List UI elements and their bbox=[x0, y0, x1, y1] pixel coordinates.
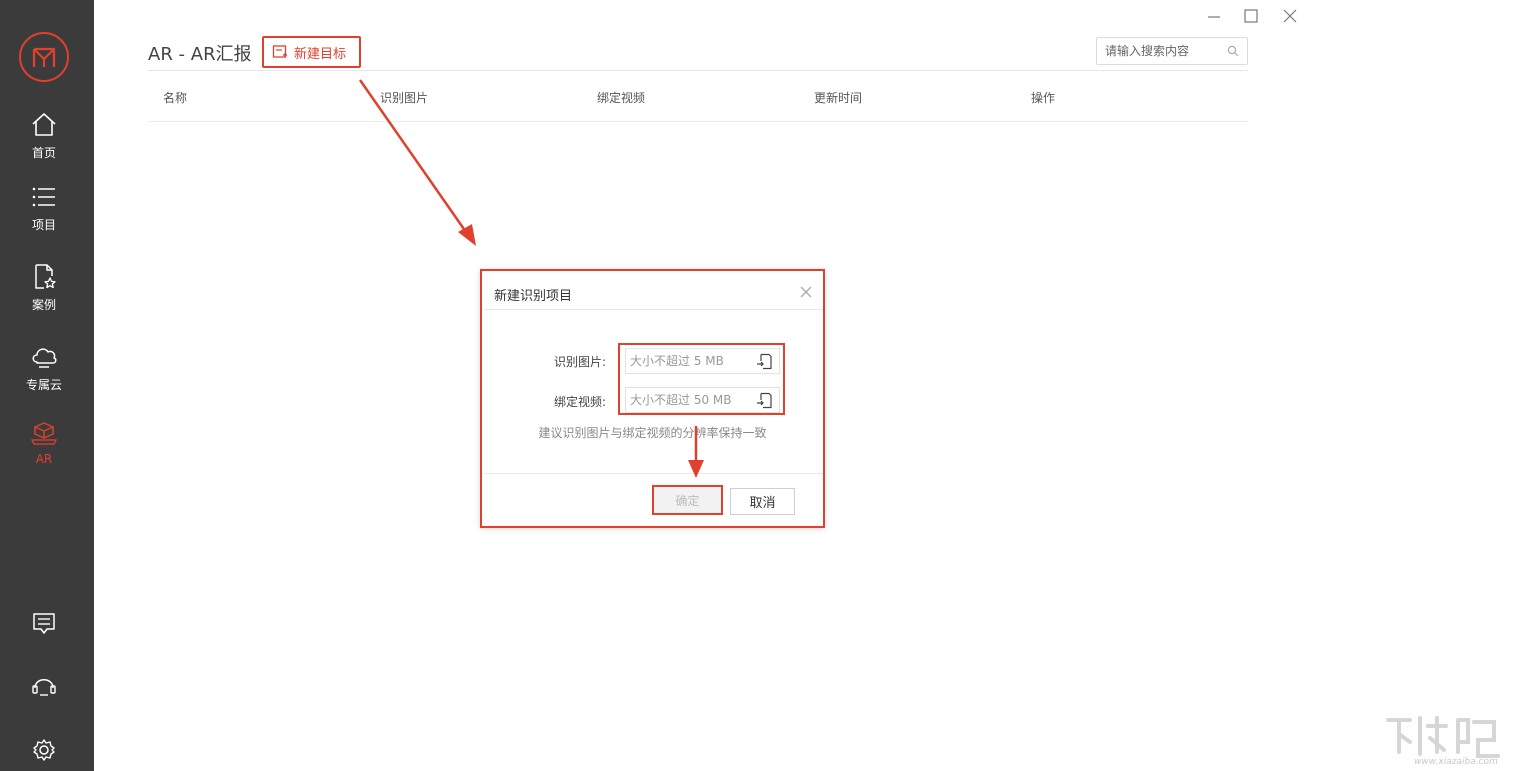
minimize-icon[interactable] bbox=[1203, 6, 1225, 28]
dialog-close-icon[interactable] bbox=[799, 285, 813, 299]
page-title: AR - AR汇报 bbox=[148, 44, 252, 65]
cloud-icon bbox=[32, 348, 57, 368]
column-header-image: 识别图片 bbox=[380, 91, 429, 105]
sidebar-item-label: 专属云 bbox=[25, 378, 62, 392]
header-divider bbox=[148, 70, 1248, 71]
new-project-dialog: 新建识别项目 识别图片: 绑定视频: 建议识别图片与绑定视频的分辨率保持一致 确… bbox=[480, 269, 825, 528]
image-upload-field[interactable] bbox=[625, 348, 780, 374]
watermark-text: www.xiazaiba.com bbox=[1414, 757, 1498, 767]
sidebar-item-label: AR bbox=[35, 452, 53, 466]
column-header-video: 绑定视频 bbox=[597, 91, 646, 105]
maximize-icon[interactable] bbox=[1240, 6, 1262, 28]
add-target-icon bbox=[272, 45, 287, 58]
search-icon[interactable] bbox=[1227, 45, 1239, 57]
video-field-label: 绑定视频: bbox=[554, 395, 607, 409]
sidebar-item-ar[interactable]: AR bbox=[0, 418, 88, 466]
home-icon bbox=[32, 113, 56, 136]
sidebar-item-home[interactable]: 首页 bbox=[0, 110, 88, 161]
upload-fields-group bbox=[618, 343, 785, 415]
search-input[interactable] bbox=[1097, 38, 1217, 64]
app-logo bbox=[19, 32, 69, 82]
image-upload-input[interactable] bbox=[626, 349, 751, 373]
sidebar-item-cases[interactable]: 案例 bbox=[0, 262, 88, 313]
cancel-button[interactable]: 取消 bbox=[730, 488, 795, 515]
video-upload-input[interactable] bbox=[626, 388, 751, 412]
confirm-button[interactable]: 确定 bbox=[652, 485, 723, 515]
file-import-icon[interactable] bbox=[756, 392, 773, 409]
settings-icon[interactable] bbox=[29, 735, 59, 765]
sidebar-item-projects[interactable]: 项目 bbox=[0, 182, 88, 233]
search-box[interactable] bbox=[1096, 37, 1248, 65]
column-header-actions: 操作 bbox=[1031, 91, 1056, 105]
resolution-hint: 建议识别图片与绑定视频的分辨率保持一致 bbox=[538, 426, 767, 440]
new-target-label: 新建目标 bbox=[294, 46, 347, 62]
sidebar: 首页 项目 案例 专属云 AR bbox=[0, 0, 94, 771]
dialog-footer-divider bbox=[484, 473, 823, 474]
message-icon[interactable] bbox=[29, 608, 59, 638]
file-import-icon[interactable] bbox=[756, 353, 773, 370]
ar-box-icon bbox=[30, 422, 58, 445]
close-icon[interactable] bbox=[1279, 6, 1301, 28]
column-header-name: 名称 bbox=[163, 91, 188, 105]
column-header-updated: 更新时间 bbox=[814, 91, 863, 105]
file-star-icon bbox=[35, 264, 56, 289]
sidebar-item-label: 案例 bbox=[31, 298, 56, 312]
list-icon bbox=[32, 187, 55, 207]
video-upload-field[interactable] bbox=[625, 387, 780, 413]
dialog-header-divider bbox=[484, 309, 823, 310]
headset-icon[interactable] bbox=[29, 671, 59, 701]
table-header-divider bbox=[148, 121, 1248, 122]
sidebar-item-label: 首页 bbox=[31, 146, 56, 160]
dialog-title: 新建识别项目 bbox=[494, 289, 573, 304]
sidebar-item-cloud[interactable]: 专属云 bbox=[0, 342, 88, 393]
new-target-button[interactable]: 新建目标 bbox=[262, 36, 361, 68]
sidebar-item-label: 项目 bbox=[31, 218, 56, 232]
image-field-label: 识别图片: bbox=[554, 355, 607, 369]
